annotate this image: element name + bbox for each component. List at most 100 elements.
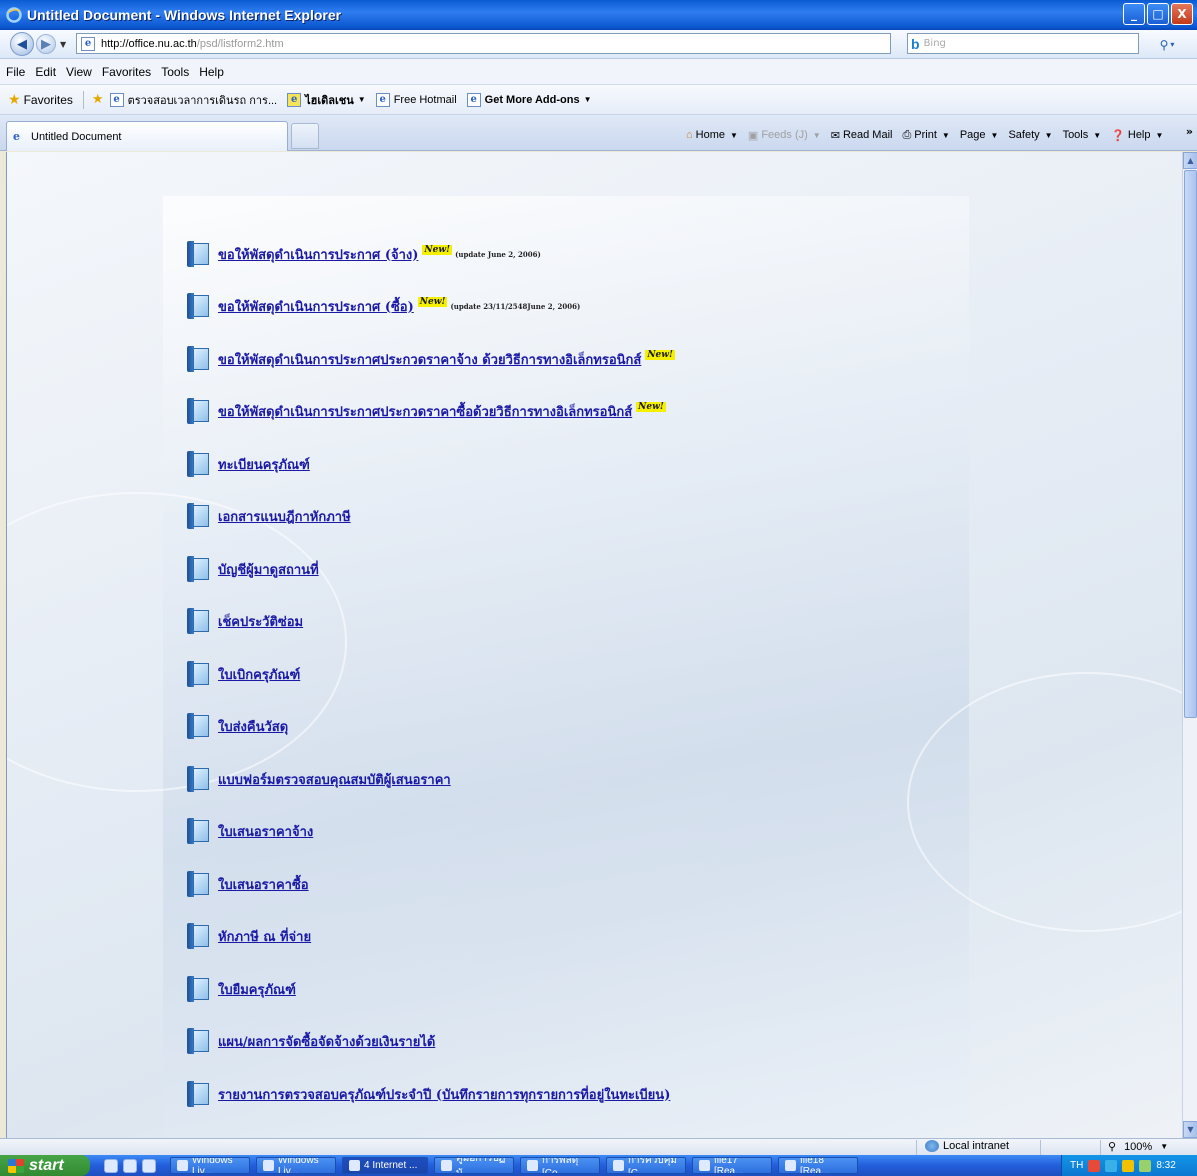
form-link[interactable]: ขอให้พัสดุดำเนินการประกาศประกวดราคาจ้าง … (218, 349, 641, 370)
read-mail-button[interactable]: ✉ Read Mail (831, 129, 893, 142)
taskbar-button[interactable]: Windows Liv... (170, 1157, 250, 1174)
taskbar-button[interactable]: file18 [Rea... (778, 1157, 858, 1174)
list-item: ใบส่งคืนวัสดุ (187, 713, 288, 739)
menu-favorites[interactable]: Favorites (102, 65, 151, 79)
list-item: ใบเบิกครุภัณฑ์ (187, 661, 300, 687)
favorites-button[interactable]: Favorites (24, 93, 73, 107)
tray-icon[interactable] (1088, 1159, 1101, 1172)
form-link[interactable]: ขอให้พัสดุดำเนินการประกาศประกวดราคาซื้อด… (218, 401, 632, 422)
vertical-scrollbar[interactable]: ▲ ▼ (1182, 152, 1197, 1138)
print-button[interactable]: ⎙ Print ▼ (902, 129, 949, 142)
search-placeholder: Bing (923, 38, 946, 49)
form-link[interactable]: แบบฟอร์มตรวจสอบคุณสมบัติผู้เสนอราคา (218, 769, 451, 790)
taskbar-button[interactable]: file17 [Rea... (692, 1157, 772, 1174)
form-link[interactable]: ขอให้พัสดุดำเนินการประกาศ (ซื้อ) (218, 296, 414, 317)
help-menu-button[interactable]: ❓ Help ▼ (1111, 129, 1163, 142)
page-icon: e (109, 92, 124, 107)
form-link[interactable]: เช็คประวัติซ่อม (218, 611, 303, 632)
book-icon (187, 346, 209, 372)
minimize-button[interactable]: _ (1123, 3, 1145, 25)
page-menu-button[interactable]: Page ▼ (960, 129, 999, 141)
feeds-button[interactable]: ▣ Feeds (J) ▼ (748, 129, 821, 142)
book-icon (187, 766, 209, 792)
new-tab-button[interactable] (291, 123, 319, 149)
quick-launch-icon[interactable] (104, 1158, 118, 1173)
address-url[interactable]: http://office.nu.ac.th/psd/listform2.htm (101, 38, 284, 50)
book-icon (187, 871, 209, 897)
intranet-globe-icon (925, 1140, 939, 1152)
scroll-thumb[interactable] (1184, 170, 1197, 718)
menu-help[interactable]: Help (199, 65, 224, 79)
search-options-icon[interactable]: ▾ (1170, 40, 1174, 49)
quick-launch-icon[interactable] (142, 1158, 156, 1173)
tray-icon[interactable] (1139, 1159, 1152, 1172)
favorites-star-icon[interactable]: ★ (8, 92, 21, 108)
form-link[interactable]: ใบเสนอราคาจ้าง (218, 821, 313, 842)
close-button[interactable]: X (1171, 3, 1193, 25)
history-dropdown-icon[interactable]: ▼ (60, 40, 66, 49)
quick-launch-icon[interactable] (123, 1158, 137, 1173)
favorite-link-1[interactable]: e ตรวจสอบเวลาการเดินรถ การ... (109, 91, 277, 109)
zoom-dropdown-icon[interactable]: ▼ (1160, 1142, 1168, 1151)
add-favorite-icon[interactable]: ★ (92, 92, 104, 107)
language-indicator[interactable]: TH (1070, 1160, 1083, 1171)
address-bar[interactable]: e http://office.nu.ac.th/psd/listform2.h… (76, 33, 953, 54)
toolbar-overflow-icon[interactable]: » (1186, 125, 1193, 138)
update-note: (update June 2, 2006) (455, 249, 541, 259)
form-link[interactable]: ทะเบียนครุภัณฑ์ (218, 454, 310, 475)
scroll-up-button[interactable]: ▲ (1183, 152, 1197, 169)
help-icon: ❓ (1111, 129, 1125, 142)
taskbar-button[interactable]: 4 Internet ... (342, 1157, 428, 1174)
menu-view[interactable]: View (66, 65, 92, 79)
form-link[interactable]: ใบยืมครุภัณฑ์ (218, 979, 296, 1000)
book-icon (187, 818, 209, 844)
maximize-button[interactable]: □ (1147, 3, 1169, 25)
safety-menu-button[interactable]: Safety ▼ (1008, 129, 1052, 141)
form-link[interactable]: ขอให้พัสดุดำเนินการประกาศ (จ้าง) (218, 244, 418, 265)
favorite-link-2[interactable]: e ไฮเดิลเชน ▼ (287, 91, 366, 109)
forward-button[interactable]: ▶ (36, 34, 56, 54)
web-slice-icon: e (287, 92, 302, 107)
book-icon (187, 503, 209, 529)
command-bar: ⌂ Home ▼ ▣ Feeds (J) ▼ ✉ Read Mail ⎙ Print ▼ Pa… (686, 123, 1163, 147)
list-item: ขอให้พัสดุดำเนินการประกาศ (ซื้อ) New! (u… (187, 293, 580, 319)
security-zone[interactable]: Local intranet (925, 1140, 1009, 1152)
home-button[interactable]: ⌂ Home ▼ (686, 129, 738, 141)
tools-menu-button[interactable]: Tools ▼ (1063, 129, 1102, 141)
favorite-link-4[interactable]: e Get More Add-ons ▼ (466, 92, 592, 107)
form-link[interactable]: บัญชีผู้มาดูสถานที่ (218, 559, 319, 580)
menu-tools[interactable]: Tools (161, 65, 189, 79)
form-link[interactable]: ใบเสนอราคาซื้อ (218, 874, 309, 895)
menu-edit[interactable]: Edit (35, 65, 56, 79)
list-item: ขอให้พัสดุดำเนินการประกาศ (จ้าง) New! (u… (187, 241, 541, 267)
zoom-icon: ⚲ (1108, 1141, 1117, 1153)
new-badge: New! (636, 402, 666, 412)
new-badge: New! (422, 245, 453, 255)
form-link[interactable]: เอกสารแนบฎีกาหักภาษี (218, 506, 351, 527)
search-button[interactable]: ⚲ ▾ (1150, 35, 1184, 54)
menu-file[interactable]: File (6, 65, 25, 79)
start-button[interactable]: start (0, 1155, 90, 1176)
clock[interactable]: 8:32 (1156, 1160, 1175, 1171)
taskbar-button[interactable]: การพัสดุ [Co... (520, 1157, 600, 1174)
scroll-down-button[interactable]: ▼ (1183, 1121, 1197, 1138)
zoom-control[interactable]: ⚲ 100% ▼ (1108, 1140, 1168, 1154)
word-doc-icon (613, 1160, 624, 1171)
new-badge: New! (645, 350, 675, 360)
list-item: แผน/ผลการจัดซื้อจัดจ้างด้วยเงินรายได้ (187, 1028, 435, 1054)
form-link[interactable]: แผน/ผลการจัดซื้อจัดจ้างด้วยเงินรายได้ (218, 1031, 435, 1052)
taskbar-button[interactable]: การควบคุม [C... (606, 1157, 686, 1174)
form-link[interactable]: หักภาษี ณ ที่จ่าย (218, 926, 311, 947)
taskbar-button[interactable]: Windows Liv... (256, 1157, 336, 1174)
tray-icon[interactable] (1105, 1159, 1118, 1172)
taskbar-button[interactable]: คู่มือการปฏิบั... (434, 1157, 514, 1174)
tray-icon[interactable] (1122, 1159, 1135, 1172)
back-button[interactable]: ◀ (10, 32, 34, 56)
favorite-link-3[interactable]: e Free Hotmail (375, 92, 457, 107)
form-link[interactable]: ใบเบิกครุภัณฑ์ (218, 664, 300, 685)
form-link[interactable]: ใบส่งคืนวัสดุ (218, 716, 288, 737)
tab-untitled-document[interactable]: e Untitled Document (6, 121, 288, 151)
status-bar: Local intranet ⚲ 100% ▼ (0, 1138, 1197, 1155)
form-link[interactable]: รายงานการตรวจสอบครุภัณฑ์ประจำปี (บันทึกร… (218, 1084, 670, 1105)
search-input[interactable]: b Bing (907, 33, 1139, 54)
